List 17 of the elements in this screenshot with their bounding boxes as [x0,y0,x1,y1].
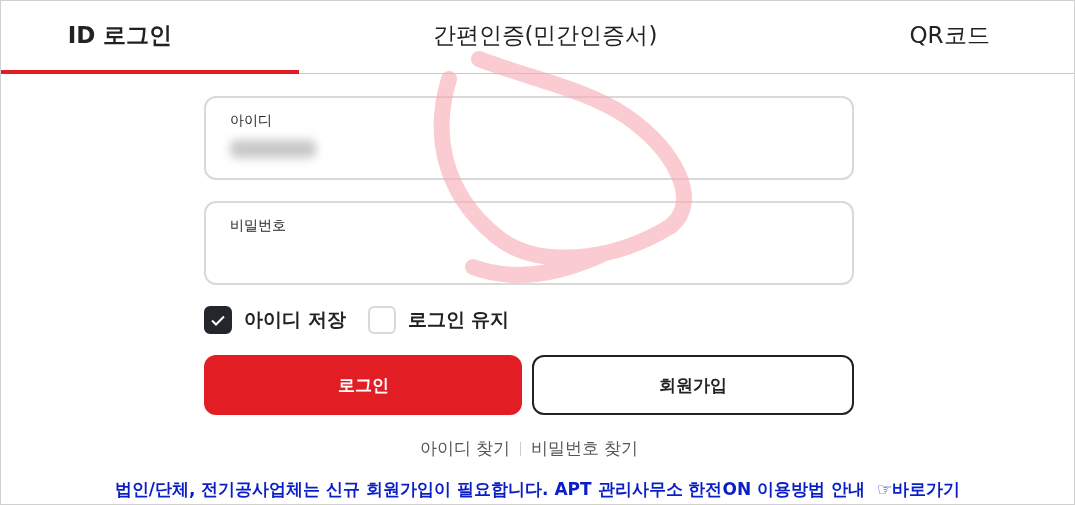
tab[interactable]: 간편인증(민간인증서) [299,1,791,74]
field-label: 비밀번호 [230,217,287,235]
checkbox[interactable] [204,306,232,334]
signup-button[interactable]: 회원가입 [532,355,854,415]
check-icon [211,314,225,326]
tab[interactable]: QR코드 [791,1,1074,74]
input-field[interactable]: 비밀번호 [204,201,854,285]
checkbox-label: 로그인 유지 [407,307,510,332]
field-label: 아이디 [230,112,273,130]
checkbox-label: 아이디 저장 [244,307,346,332]
login-button[interactable]: 로그인 [204,355,522,415]
find-link[interactable]: 아이디 찾기 [419,437,510,460]
shortcut-link[interactable]: ☞바로가기 [877,478,961,501]
find-link[interactable]: 비밀번호 찾기 [531,437,639,460]
tab[interactable]: ID 로그인 [1,1,299,74]
input-field[interactable]: 아이디 [204,96,854,180]
notice-text: 법인/단체, 전기공사업체는 신규 회원가입이 필요합니다. APT 관리사무소 한전ON 이용방법 안내 [114,478,865,501]
